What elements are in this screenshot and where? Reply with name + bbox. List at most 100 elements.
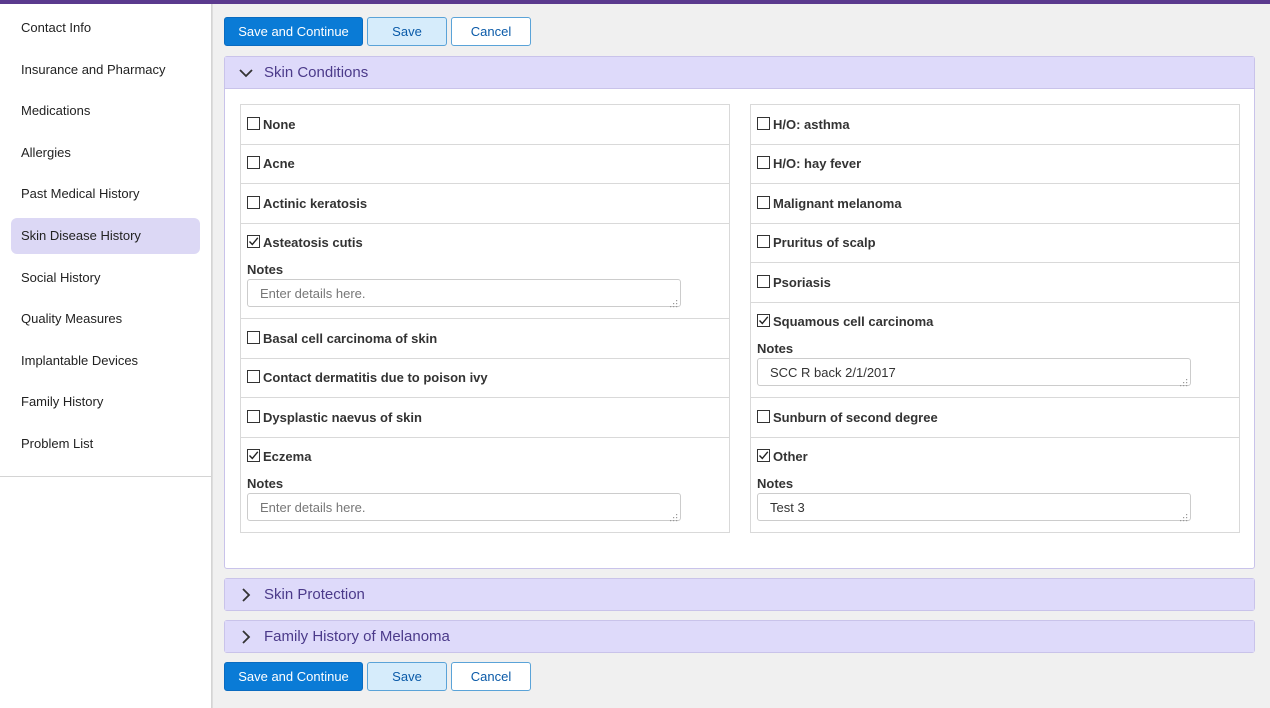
condition-row: Sunburn of second degree [757,398,1233,437]
sidebar-item-allergies[interactable]: Allergies [11,135,200,171]
family-history-melanoma-header[interactable]: Family History of Melanoma [225,621,1254,652]
condition-checkbox-acne[interactable] [247,156,260,170]
condition-row: Malignant melanoma [757,184,1233,223]
family-history-melanoma-title: Family History of Melanoma [264,628,450,645]
sidebar-item-family-history[interactable]: Family History [11,384,200,420]
condition-item-pruritus-of-scalp: Pruritus of scalp [751,224,1239,263]
sidebar-item-skin-disease-history[interactable]: Skin Disease History [11,217,200,254]
condition-checkbox-malignant-melanoma[interactable] [757,195,770,209]
save-and-continue-button[interactable]: Save and Continue [224,662,363,691]
condition-item-malignant-melanoma: Malignant melanoma [751,184,1239,224]
condition-checkbox-pruritus-of-scalp[interactable] [757,235,770,249]
condition-item-actinic-keratosis: Actinic keratosis [241,184,729,224]
save-button[interactable]: Save [367,662,447,691]
condition-label[interactable]: H/O: asthma [773,117,850,132]
chevron-down-icon [237,64,255,82]
notes-textarea-wrapper [757,493,1191,522]
conditions-right-column: H/O: asthma H/O: hay fever Malignant melan… [750,104,1240,533]
checkmark-icon [758,316,769,325]
resize-grip-icon[interactable] [1180,375,1188,387]
top-button-row: Save and Continue Save Cancel [224,17,531,46]
chevron-right-icon [237,586,255,604]
condition-item-acne: Acne [241,145,729,184]
condition-row: Dysplastic naevus of skin [247,398,723,437]
condition-checkbox-contact-dermatitis-due-to-poison-ivy[interactable] [247,370,260,384]
condition-row: H/O: asthma [757,105,1233,144]
condition-label[interactable]: Eczema [263,449,311,464]
condition-checkbox-actinic-keratosis[interactable] [247,195,260,209]
notes-input-other[interactable] [770,499,1178,515]
condition-row: Basal cell carcinoma of skin [247,319,723,358]
cancel-button[interactable]: Cancel [451,662,531,691]
skin-conditions-header[interactable]: Skin Conditions [225,57,1254,89]
condition-row: Actinic keratosis [247,184,723,223]
skin-protection-header[interactable]: Skin Protection [225,579,1254,610]
condition-row: Squamous cell carcinoma [757,303,1233,342]
condition-item-dysplastic-naevus-of-skin: Dysplastic naevus of skin [241,398,729,438]
notes-input-squamous-cell-carcinoma[interactable] [770,364,1178,380]
sidebar-item-insurance-and-pharmacy[interactable]: Insurance and Pharmacy [11,52,200,88]
condition-label[interactable]: Basal cell carcinoma of skin [263,331,437,346]
condition-label[interactable]: Pruritus of scalp [773,235,876,250]
condition-checkbox-asteatosis-cutis[interactable] [247,235,260,249]
skin-protection-title: Skin Protection [264,586,365,603]
condition-checkbox-h-o-asthma[interactable] [757,116,770,130]
skin-conditions-title: Skin Conditions [264,64,369,81]
conditions-columns: None Acne Actinic keratosis Asteatosis cuti… [240,104,1240,533]
condition-row: Psoriasis [757,263,1233,302]
skin-conditions-panel: Skin Conditions None Acne Actinic keratosi… [224,56,1255,569]
condition-checkbox-other[interactable] [757,449,770,463]
condition-label[interactable]: Squamous cell carcinoma [773,314,933,329]
save-button[interactable]: Save [367,17,447,46]
sidebar-item-past-medical-history[interactable]: Past Medical History [11,176,200,212]
condition-item-other: Other Notes [751,438,1239,533]
sidebar-item-contact-info[interactable]: Contact Info [11,10,200,46]
notes-label: Notes [757,341,794,356]
condition-checkbox-basal-cell-carcinoma-of-skin[interactable] [247,330,260,344]
main-content: Save and Continue Save Cancel Skin Condi… [212,4,1270,708]
condition-row: Other [757,438,1233,477]
condition-checkbox-none[interactable] [247,116,260,130]
resize-grip-icon[interactable] [670,296,678,308]
condition-row: H/O: hay fever [757,145,1233,184]
sidebar-item-quality-measures[interactable]: Quality Measures [11,301,200,337]
condition-label[interactable]: Other [773,449,808,464]
sidebar-item-implantable-devices[interactable]: Implantable Devices [11,343,200,379]
sidebar-item-problem-list[interactable]: Problem List [11,426,200,462]
condition-label[interactable]: Sunburn of second degree [773,410,938,425]
condition-checkbox-sunburn-of-second-degree[interactable] [757,409,770,423]
condition-row: Pruritus of scalp [757,224,1233,263]
sidebar-item-medications[interactable]: Medications [11,93,200,129]
cancel-button[interactable]: Cancel [451,17,531,46]
condition-label[interactable]: Psoriasis [773,275,831,290]
condition-item-basal-cell-carcinoma-of-skin: Basal cell carcinoma of skin [241,319,729,359]
condition-label[interactable]: Contact dermatitis due to poison ivy [263,370,488,385]
condition-label[interactable]: Acne [263,156,295,171]
condition-label[interactable]: Asteatosis cutis [263,235,363,250]
skin-protection-panel: Skin Protection [224,578,1255,611]
checkmark-icon [248,451,259,460]
condition-checkbox-eczema[interactable] [247,449,260,463]
condition-label[interactable]: Dysplastic naevus of skin [263,410,422,425]
condition-checkbox-squamous-cell-carcinoma[interactable] [757,314,770,328]
resize-grip-icon[interactable] [1180,510,1188,522]
family-history-melanoma-panel: Family History of Melanoma [224,620,1255,653]
sidebar-item-social-history[interactable]: Social History [11,260,200,296]
checkmark-icon [758,451,769,460]
resize-grip-icon[interactable] [670,510,678,522]
condition-label[interactable]: H/O: hay fever [773,156,861,171]
condition-checkbox-h-o-hay-fever[interactable] [757,156,770,170]
notes-input-eczema[interactable] [260,499,668,515]
bottom-button-row: Save and Continue Save Cancel [224,662,531,691]
condition-checkbox-psoriasis[interactable] [757,274,770,288]
condition-label[interactable]: None [263,117,296,132]
notes-group: Notes [247,476,723,532]
save-and-continue-button[interactable]: Save and Continue [224,17,363,46]
condition-item-contact-dermatitis-due-to-poison-ivy: Contact dermatitis due to poison ivy [241,359,729,398]
notes-input-asteatosis-cutis[interactable] [260,285,668,301]
condition-row: None [247,105,723,144]
notes-label: Notes [757,476,794,491]
condition-label[interactable]: Actinic keratosis [263,196,367,211]
condition-checkbox-dysplastic-naevus-of-skin[interactable] [247,409,260,423]
condition-label[interactable]: Malignant melanoma [773,196,902,211]
